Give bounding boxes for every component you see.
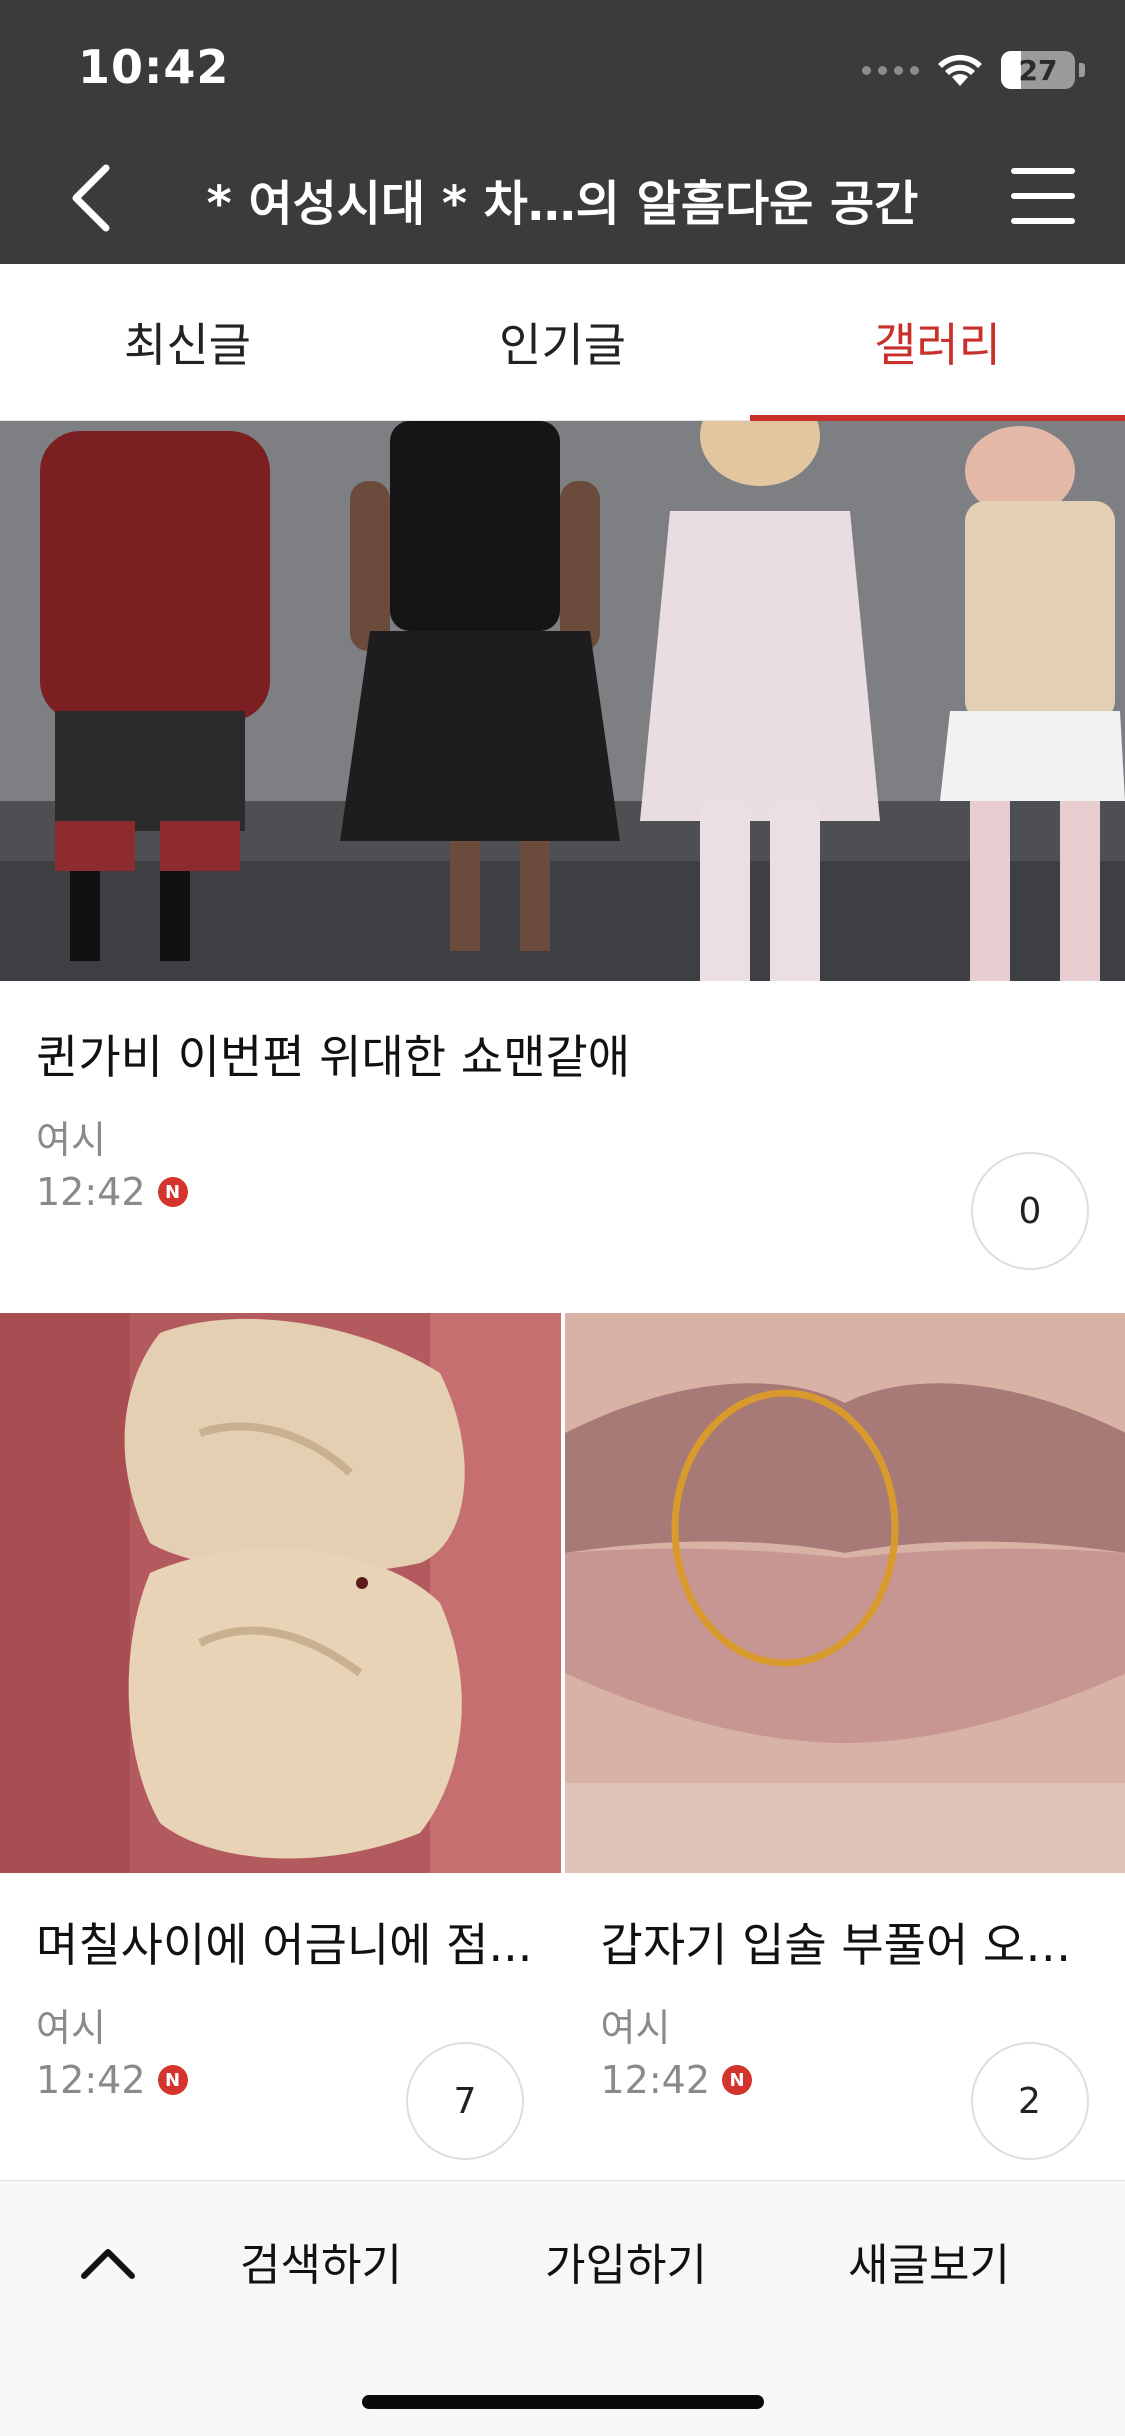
new-badge-icon: N: [722, 2065, 753, 2095]
battery-icon: 27: [1001, 51, 1075, 89]
gallery-post[interactable]: 갑자기 입술 부풀어 오… 여시 12:42 N 2: [564, 1313, 1125, 2183]
post-thumbnail[interactable]: [0, 1313, 561, 1873]
scroll-top-button[interactable]: [78, 2233, 138, 2293]
tab-gallery[interactable]: 갤러리: [750, 264, 1125, 421]
chevron-left-icon: [72, 164, 110, 232]
post-time-text: 12:42: [36, 1170, 146, 1214]
status-icons: 27: [862, 48, 1085, 92]
screen: 10:42 27 * 여성시대 * 차…의 알흠다운 공간 최신글 인기글 갤러…: [0, 0, 1125, 2436]
post-title[interactable]: 며칠사이에 어금니에 점...: [36, 1909, 541, 1975]
post-time: 12:42 N: [36, 1170, 630, 1214]
menu-line: [1011, 193, 1075, 199]
post-time-text: 12:42: [600, 2058, 711, 2102]
new-badge-icon: N: [157, 2065, 188, 2095]
post-thumbnail[interactable]: [0, 421, 1125, 981]
lips-photo: [564, 1313, 1125, 1873]
back-button[interactable]: [60, 158, 120, 238]
comment-count[interactable]: 7: [406, 2042, 524, 2160]
chevron-up-icon: [81, 2249, 135, 2279]
post-author: 여시: [36, 1118, 106, 1162]
page-title: * 여성시대 * 차…의 알흠다운 공간: [206, 176, 919, 232]
signal-icon: [862, 65, 919, 75]
home-indicator: [362, 2395, 764, 2409]
gallery-grid: 며칠사이에 어금니에 점... 여시 12:42 N 7 갑자기 입술 부풀어 …: [0, 1313, 1125, 2183]
battery-level: 27: [1018, 53, 1058, 87]
gallery-post[interactable]: 며칠사이에 어금니에 점... 여시 12:42 N 7: [0, 1313, 561, 2183]
post-time-text: 12:42: [36, 2058, 146, 2102]
search-button[interactable]: 검색하기: [240, 2229, 402, 2293]
new-badge-icon: N: [157, 1177, 188, 1207]
menu-line: [1011, 218, 1075, 224]
post-title[interactable]: 갑자기 입술 부풀어 오…: [601, 1909, 1106, 1975]
gallery-post[interactable]: 퀸가비 이번편 위대한 쇼맨같애 여시 12:42 N 0: [0, 421, 1125, 1313]
post-thumbnail[interactable]: [564, 1313, 1125, 1873]
wifi-icon: [938, 54, 982, 86]
comment-count[interactable]: 2: [970, 2042, 1089, 2160]
join-button[interactable]: 가입하기: [545, 2229, 707, 2293]
menu-button[interactable]: [1011, 168, 1075, 224]
tab-bar: 최신글 인기글 갤러리: [0, 264, 1125, 421]
comment-count[interactable]: 0: [971, 1152, 1089, 1270]
new-posts-button[interactable]: 새글보기: [848, 2229, 1010, 2293]
battery-tip: [1079, 63, 1085, 77]
tab-latest[interactable]: 최신글: [0, 264, 375, 420]
gallery-feed: 퀸가비 이번편 위대한 쇼맨같애 여시 12:42 N 0 며칠사이에 어금니에…: [0, 421, 1125, 2160]
dancers-photo: [0, 421, 1125, 981]
top-bar: 10:42 27 * 여성시대 * 차…의 알흠다운 공간: [0, 0, 1125, 264]
menu-line: [1011, 168, 1075, 174]
status-time: 10:42: [78, 40, 230, 94]
tab-popular[interactable]: 인기글: [375, 264, 750, 420]
tooth-photo: [0, 1313, 561, 1873]
post-title[interactable]: 퀸가비 이번편 위대한 쇼맨같애: [36, 1021, 630, 1087]
post-meta: 퀸가비 이번편 위대한 쇼맨같애 여시 12:42 N: [36, 1021, 630, 1214]
